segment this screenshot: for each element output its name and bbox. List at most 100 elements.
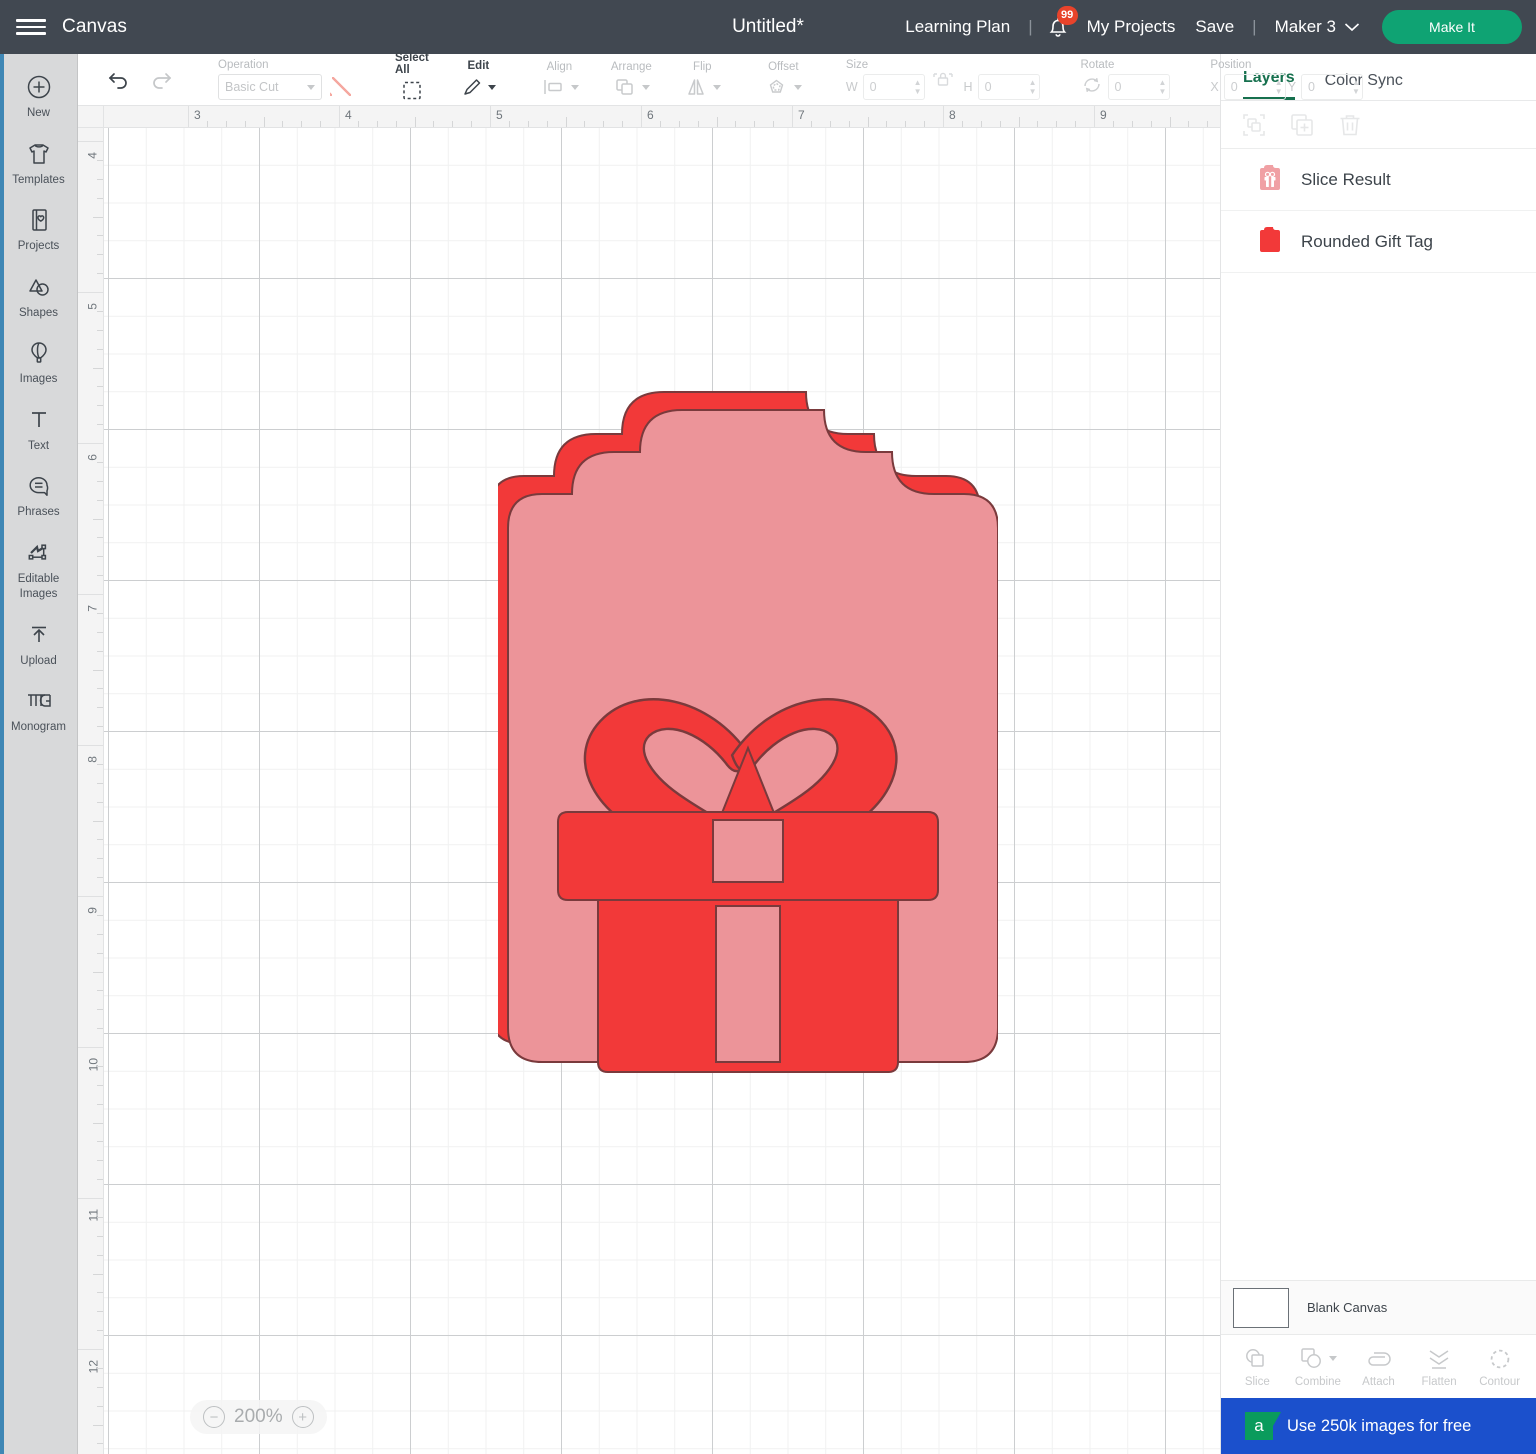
blank-canvas-row[interactable]: Blank Canvas <box>1221 1280 1536 1334</box>
ruler-v-minor-tick <box>93 972 103 973</box>
ruler-h-minor-tick <box>358 121 359 127</box>
attach-button[interactable]: Attach <box>1349 1346 1407 1388</box>
sidebar-item-upload[interactable]: Upload <box>0 612 78 679</box>
ruler-v-minor-tick <box>97 1443 103 1444</box>
flip-icon[interactable] <box>684 76 721 98</box>
machine-selector[interactable]: Maker 3 <box>1265 17 1366 37</box>
combine-label: Combine <box>1295 1376 1341 1388</box>
blank-canvas-swatch[interactable] <box>1233 1288 1289 1328</box>
rotate-icon[interactable] <box>1081 75 1103 100</box>
ruler-v-minor-tick <box>97 1292 103 1293</box>
sidebar-item-text[interactable]: Text <box>0 397 78 464</box>
paperclip-icon <box>1364 1346 1392 1372</box>
promo-banner[interactable]: a Use 250k images for free <box>1221 1398 1536 1454</box>
canvas-grid[interactable] <box>104 128 1220 1454</box>
gift-tag-icon <box>1259 161 1281 198</box>
ruler-h-minor-tick <box>415 117 416 127</box>
ruler-h-label: 7 <box>798 108 805 122</box>
ruler-v-minor-tick <box>97 1085 103 1086</box>
ruler-v-minor-tick <box>97 915 103 916</box>
ruler-h-minor-tick <box>1037 121 1038 127</box>
layer-row-slice-result[interactable]: Slice Result <box>1221 149 1536 211</box>
learning-plan-link[interactable]: Learning Plan <box>895 17 1020 37</box>
ruler-h-minor-tick <box>207 121 208 127</box>
duplicate-icon[interactable] <box>1289 112 1315 138</box>
sidebar-label-templates: Templates <box>2 173 76 189</box>
ruler-v-minor-tick <box>97 1141 103 1142</box>
sidebar-item-phrases[interactable]: Phrases <box>0 463 78 530</box>
make-it-button[interactable]: Make It <box>1382 10 1522 44</box>
size-h-stepper[interactable]: ▲▼ <box>1029 78 1037 96</box>
ruler-v-minor-tick <box>97 953 103 954</box>
select-all-icon[interactable] <box>399 79 425 108</box>
ruler-h-label: 3 <box>194 108 201 122</box>
position-y-stepper[interactable]: ▲▼ <box>1352 78 1360 96</box>
combine-button[interactable]: Combine <box>1289 1346 1347 1388</box>
size-label: Size <box>846 59 922 71</box>
size-h-label: H <box>964 80 973 94</box>
ruler-h-minor-tick <box>811 121 812 127</box>
plus-circle-icon <box>2 73 76 103</box>
ruler-v-major-tick <box>78 1349 103 1350</box>
gift-lid-ribbon-gap <box>713 820 783 882</box>
chevron-down-icon <box>488 85 496 90</box>
combine-icon <box>1299 1346 1325 1372</box>
zoom-control: − 200% + <box>190 1400 327 1434</box>
operation-select[interactable]: Basic Cut <box>218 74 322 100</box>
ruler-v-minor-tick <box>97 254 103 255</box>
flatten-button[interactable]: Flatten <box>1410 1346 1468 1388</box>
save-button[interactable]: Save <box>1185 17 1244 37</box>
ruler-h-minor-tick <box>1132 121 1133 127</box>
group-icon[interactable] <box>1241 112 1267 138</box>
slice-icon <box>1243 1346 1271 1372</box>
vertical-ruler: 456789101112 <box>78 106 104 1454</box>
redo-button[interactable] <box>140 60 180 100</box>
edit-icon[interactable] <box>461 75 496 99</box>
top-bar: Canvas Untitled* Learning Plan | 99 My P… <box>0 0 1536 54</box>
chevron-down-icon <box>571 85 579 90</box>
line-swatch-icon[interactable] <box>327 74 351 100</box>
promo-text: Use 250k images for free <box>1287 1417 1471 1436</box>
trash-icon[interactable] <box>1337 112 1363 138</box>
machine-label: Maker 3 <box>1275 17 1336 37</box>
sidebar-item-shapes[interactable]: Shapes <box>0 264 78 331</box>
sidebar-item-templates[interactable]: Templates <box>0 131 78 198</box>
contour-button[interactable]: Contour <box>1471 1346 1529 1388</box>
ruler-h-minor-tick <box>622 121 623 127</box>
ruler-v-label: 6 <box>86 454 100 461</box>
gift-tag-artwork[interactable] <box>498 328 998 1148</box>
my-projects-link[interactable]: My Projects <box>1077 17 1186 37</box>
rotate-stepper[interactable]: ▲▼ <box>1159 78 1167 96</box>
arrange-icon[interactable] <box>613 76 650 98</box>
notification-badge: 99 <box>1057 6 1078 25</box>
ruler-h-major-tick <box>339 106 340 127</box>
edit-toolbar: Operation Basic Cut Select All <box>78 54 1220 106</box>
sidebar-item-new[interactable]: New <box>0 64 78 131</box>
sidebar-item-monogram[interactable]: Monogram <box>0 678 78 745</box>
slice-button[interactable]: Slice <box>1228 1346 1286 1388</box>
ruler-v-minor-tick <box>97 273 103 274</box>
zoom-in-button[interactable]: + <box>292 1406 314 1428</box>
ruler-v-minor-tick <box>97 707 103 708</box>
chevron-down-icon <box>307 85 315 90</box>
size-lock[interactable] <box>928 67 958 93</box>
size-w-stepper[interactable]: ▲▼ <box>914 78 922 96</box>
zoom-out-button[interactable]: − <box>203 1406 225 1428</box>
sidebar-item-images[interactable]: Images <box>0 330 78 397</box>
undo-button[interactable] <box>100 60 140 100</box>
ruler-v-minor-tick <box>97 1028 103 1029</box>
notification-bell-icon[interactable]: 99 <box>1041 10 1075 44</box>
nodes-path-icon <box>2 539 76 569</box>
flatten-label: Flatten <box>1421 1376 1456 1388</box>
offset-icon[interactable] <box>765 76 802 98</box>
ruler-h-major-tick <box>188 106 189 127</box>
align-icon[interactable] <box>540 76 579 98</box>
hamburger-menu-icon[interactable] <box>0 15 62 39</box>
sidebar-item-projects[interactable]: Projects <box>0 197 78 264</box>
layer-row-rounded-gift-tag[interactable]: Rounded Gift Tag <box>1221 211 1536 273</box>
canvas-area[interactable]: 3456789 456789101112 − 200% + <box>78 106 1220 1454</box>
ruler-h-label: 5 <box>496 108 503 122</box>
sidebar-item-editable-images[interactable]: Editable Images <box>0 530 78 612</box>
ruler-v-minor-tick <box>97 160 103 161</box>
position-x-stepper[interactable]: ▲▼ <box>1275 78 1283 96</box>
